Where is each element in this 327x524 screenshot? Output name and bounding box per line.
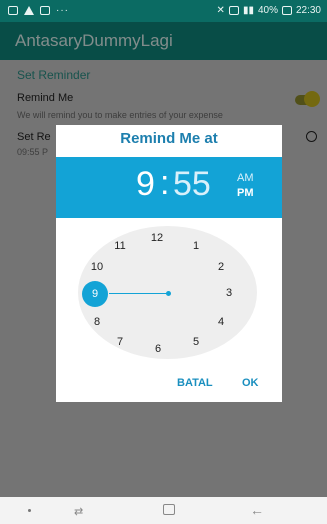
dial-number-7[interactable]: 7	[112, 336, 128, 348]
status-left: ···	[8, 5, 69, 16]
dial-number-3[interactable]: 3	[221, 287, 237, 299]
image-icon	[8, 6, 18, 15]
dial-number-11[interactable]: 11	[112, 240, 128, 252]
time-separator: :	[160, 164, 170, 202]
clock-dial[interactable]: 12 1 2 3 4 5 6 7 8 9 10 11	[78, 226, 257, 359]
dial-number-10[interactable]: 10	[89, 261, 105, 273]
recent-apps-icon[interactable]: ⇄	[74, 505, 83, 518]
screen: ··· ✕ ▮▮ 40% 22:30 Set Reminder Remind M…	[0, 0, 327, 524]
dialog-title: Remind Me at	[120, 130, 218, 147]
nav-dot-icon[interactable]	[28, 509, 31, 512]
time-header: 9 : 55 AM PM	[56, 157, 282, 218]
am-toggle[interactable]: AM	[237, 172, 254, 184]
dial-number-12[interactable]: 12	[149, 232, 165, 244]
status-bar: ··· ✕ ▮▮ 40% 22:30	[0, 0, 327, 22]
home-icon[interactable]	[163, 504, 175, 515]
hour-display[interactable]: 9	[136, 165, 155, 204]
dial-number-6[interactable]: 6	[150, 343, 166, 355]
message-icon	[40, 6, 50, 15]
time-picker-dialog: Remind Me at 9 : 55 AM PM 12 1 2 3 4 5 6…	[56, 125, 282, 402]
mute-icon: ✕	[216, 5, 225, 16]
clock-hand	[109, 293, 169, 294]
nfc-icon	[228, 6, 239, 15]
dial-number-9[interactable]: 9	[82, 288, 108, 300]
battery-percent: 40%	[257, 5, 278, 16]
signal-icon: ▮▮	[242, 5, 254, 16]
more-notifications-icon: ···	[56, 5, 69, 16]
warning-icon	[24, 6, 34, 15]
minute-display[interactable]: 55	[173, 165, 211, 204]
dial-number-5[interactable]: 5	[188, 336, 204, 348]
dial-center	[166, 291, 171, 296]
clock-time: 22:30	[295, 5, 321, 16]
battery-icon	[281, 6, 292, 15]
cancel-button[interactable]: BATAL	[177, 377, 213, 389]
dial-number-4[interactable]: 4	[213, 316, 229, 328]
dial-number-2[interactable]: 2	[213, 261, 229, 273]
dial-number-1[interactable]: 1	[188, 240, 204, 252]
navigation-bar: ⇄ ←	[0, 497, 327, 524]
status-right: ✕ ▮▮ 40% 22:30	[217, 5, 321, 16]
pm-toggle[interactable]: PM	[237, 187, 254, 199]
ok-button[interactable]: OK	[242, 377, 259, 389]
back-arrow-icon[interactable]: ←	[250, 502, 264, 518]
dial-number-8[interactable]: 8	[89, 316, 105, 328]
